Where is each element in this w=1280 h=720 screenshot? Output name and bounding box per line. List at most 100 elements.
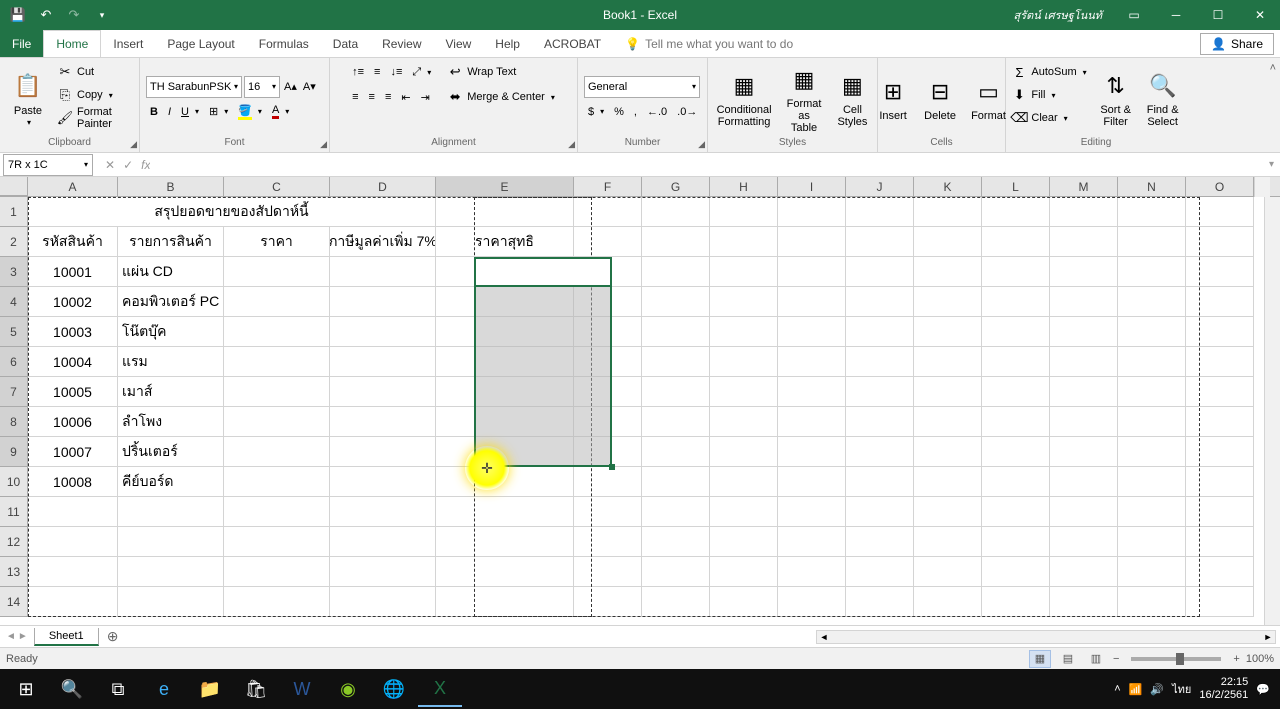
cell-K8[interactable] [914, 407, 982, 437]
font-name-select[interactable]: TH SarabunPSK▾ [146, 76, 242, 98]
cell-I11[interactable] [778, 497, 846, 527]
enter-formula-icon[interactable]: ✓ [123, 158, 133, 172]
cell-J10[interactable] [846, 467, 914, 497]
cell-E6[interactable] [436, 347, 574, 377]
cell-E11[interactable] [436, 497, 574, 527]
cell-B9[interactable]: ปริ้นเตอร์ [118, 437, 224, 467]
cell-F9[interactable] [574, 437, 642, 467]
cell-L12[interactable] [982, 527, 1050, 557]
col-header-G[interactable]: G [642, 177, 710, 196]
cell-O9[interactable] [1186, 437, 1254, 467]
cell-I10[interactable] [778, 467, 846, 497]
zoom-value[interactable]: 100% [1246, 653, 1274, 665]
clear-button[interactable]: ⌫Clear▾ [1007, 107, 1090, 129]
cell-J1[interactable] [846, 197, 914, 227]
cell-J14[interactable] [846, 587, 914, 617]
cell-I1[interactable] [778, 197, 846, 227]
cell-A9[interactable]: 10007 [28, 437, 118, 467]
cell-E14[interactable] [436, 587, 574, 617]
delete-cells-button[interactable]: ⊟Delete [918, 61, 962, 137]
fx-icon[interactable]: fx [141, 158, 150, 172]
vertical-scrollbar[interactable] [1264, 197, 1280, 625]
cell-J9[interactable] [846, 437, 914, 467]
cell-L1[interactable] [982, 197, 1050, 227]
cell-E4[interactable] [436, 287, 574, 317]
cell-N11[interactable] [1118, 497, 1186, 527]
cell-G7[interactable] [642, 377, 710, 407]
cell-I4[interactable] [778, 287, 846, 317]
cell-C9[interactable] [224, 437, 330, 467]
cell-B10[interactable]: คีย์บอร์ด [118, 467, 224, 497]
font-launcher[interactable]: ◢ [320, 139, 327, 150]
cell-D14[interactable] [330, 587, 436, 617]
cell-N5[interactable] [1118, 317, 1186, 347]
col-header-K[interactable]: K [914, 177, 982, 196]
minimize-button[interactable]: ─ [1156, 0, 1196, 30]
row-header-13[interactable]: 13 [0, 557, 28, 587]
task-view-button[interactable]: ⧉ [96, 671, 140, 707]
cell-G1[interactable] [642, 197, 710, 227]
cell-M11[interactable] [1050, 497, 1118, 527]
redo-button[interactable]: ↷ [62, 3, 86, 27]
cell-G8[interactable] [642, 407, 710, 437]
cell-E12[interactable] [436, 527, 574, 557]
font-size-select[interactable]: 16▾ [244, 76, 280, 98]
cell-L5[interactable] [982, 317, 1050, 347]
cell-M9[interactable] [1050, 437, 1118, 467]
col-header-E[interactable]: E [436, 177, 574, 196]
cell-F13[interactable] [574, 557, 642, 587]
merge-center-button[interactable]: ⬌Merge & Center▾ [443, 86, 559, 108]
increase-decimal-button[interactable]: ←.0 [643, 101, 671, 123]
tray-language-icon[interactable]: ไทย [1172, 680, 1191, 698]
cell-A4[interactable]: 10002 [28, 287, 118, 317]
cell-J7[interactable] [846, 377, 914, 407]
normal-view-button[interactable]: ▦ [1029, 650, 1051, 668]
fill-color-button[interactable]: 🪣▾ [234, 101, 266, 123]
start-button[interactable]: ⊞ [4, 671, 48, 707]
cell-B3[interactable]: แผ่น CD [118, 257, 224, 287]
cell-A3[interactable]: 10001 [28, 257, 118, 287]
cell-J2[interactable] [846, 227, 914, 257]
cell-A5[interactable]: 10003 [28, 317, 118, 347]
cell-O3[interactable] [1186, 257, 1254, 287]
cell-M14[interactable] [1050, 587, 1118, 617]
cell-H8[interactable] [710, 407, 778, 437]
cell-B2[interactable]: รายการสินค้า [118, 227, 224, 257]
cell-I8[interactable] [778, 407, 846, 437]
undo-button[interactable]: ↶ [34, 3, 58, 27]
cell-C7[interactable] [224, 377, 330, 407]
cell-H2[interactable] [710, 227, 778, 257]
cell-H10[interactable] [710, 467, 778, 497]
tray-clock[interactable]: 22:1516/2/2561 [1199, 676, 1248, 702]
cell-I2[interactable] [778, 227, 846, 257]
cell-N13[interactable] [1118, 557, 1186, 587]
cell-F6[interactable] [574, 347, 642, 377]
cell-L9[interactable] [982, 437, 1050, 467]
font-color-button[interactable]: A▾ [268, 101, 293, 123]
cell-F11[interactable] [574, 497, 642, 527]
cell-L14[interactable] [982, 587, 1050, 617]
cell-B8[interactable]: ลำโพง [118, 407, 224, 437]
align-left-button[interactable]: ≡ [348, 86, 362, 108]
cell-M8[interactable] [1050, 407, 1118, 437]
align-top-button[interactable]: ↑≡ [348, 61, 368, 83]
cell-O8[interactable] [1186, 407, 1254, 437]
cell-O2[interactable] [1186, 227, 1254, 257]
cell-K9[interactable] [914, 437, 982, 467]
cell-K11[interactable] [914, 497, 982, 527]
tray-volume-icon[interactable]: 🔊 [1150, 683, 1164, 696]
increase-font-button[interactable]: A▴ [282, 76, 299, 98]
cell-N6[interactable] [1118, 347, 1186, 377]
cell-H11[interactable] [710, 497, 778, 527]
cell-D10[interactable] [330, 467, 436, 497]
cell-G11[interactable] [642, 497, 710, 527]
col-header-O[interactable]: O [1186, 177, 1254, 196]
cell-G3[interactable] [642, 257, 710, 287]
cell-I12[interactable] [778, 527, 846, 557]
col-header-H[interactable]: H [710, 177, 778, 196]
tab-home[interactable]: Home [43, 30, 101, 57]
cell-N7[interactable] [1118, 377, 1186, 407]
cell-K13[interactable] [914, 557, 982, 587]
notifications-icon[interactable]: 💬 [1256, 683, 1270, 696]
decrease-decimal-button[interactable]: .0→ [673, 101, 701, 123]
